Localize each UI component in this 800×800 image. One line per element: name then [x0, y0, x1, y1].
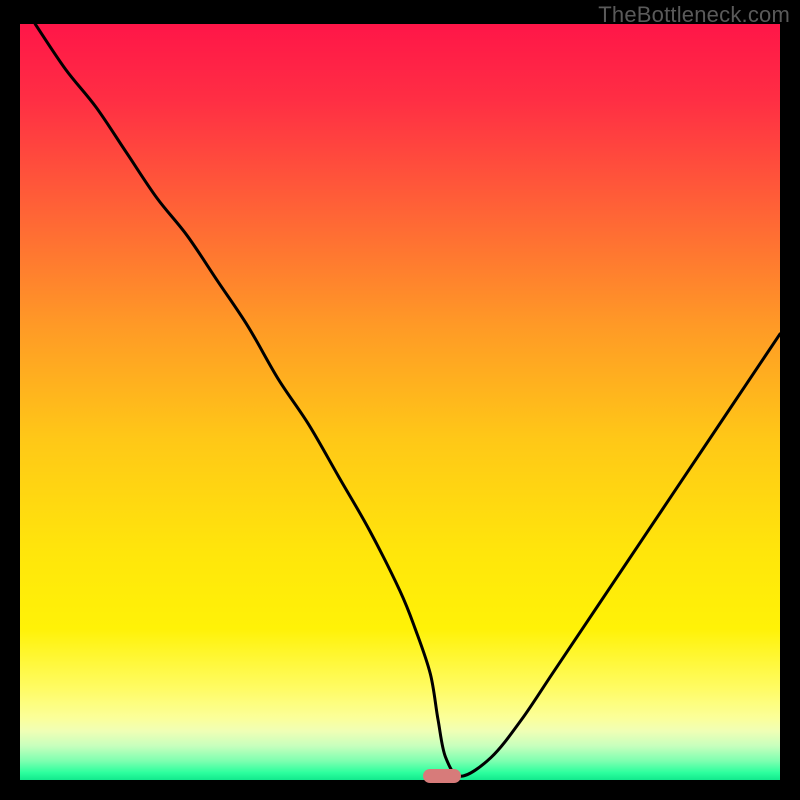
chart-frame: TheBottleneck.com — [0, 0, 800, 800]
gradient-rect — [20, 24, 780, 780]
background-gradient — [20, 24, 780, 780]
plot-area — [20, 24, 780, 780]
minimum-marker — [423, 769, 461, 783]
watermark-text: TheBottleneck.com — [598, 2, 790, 28]
